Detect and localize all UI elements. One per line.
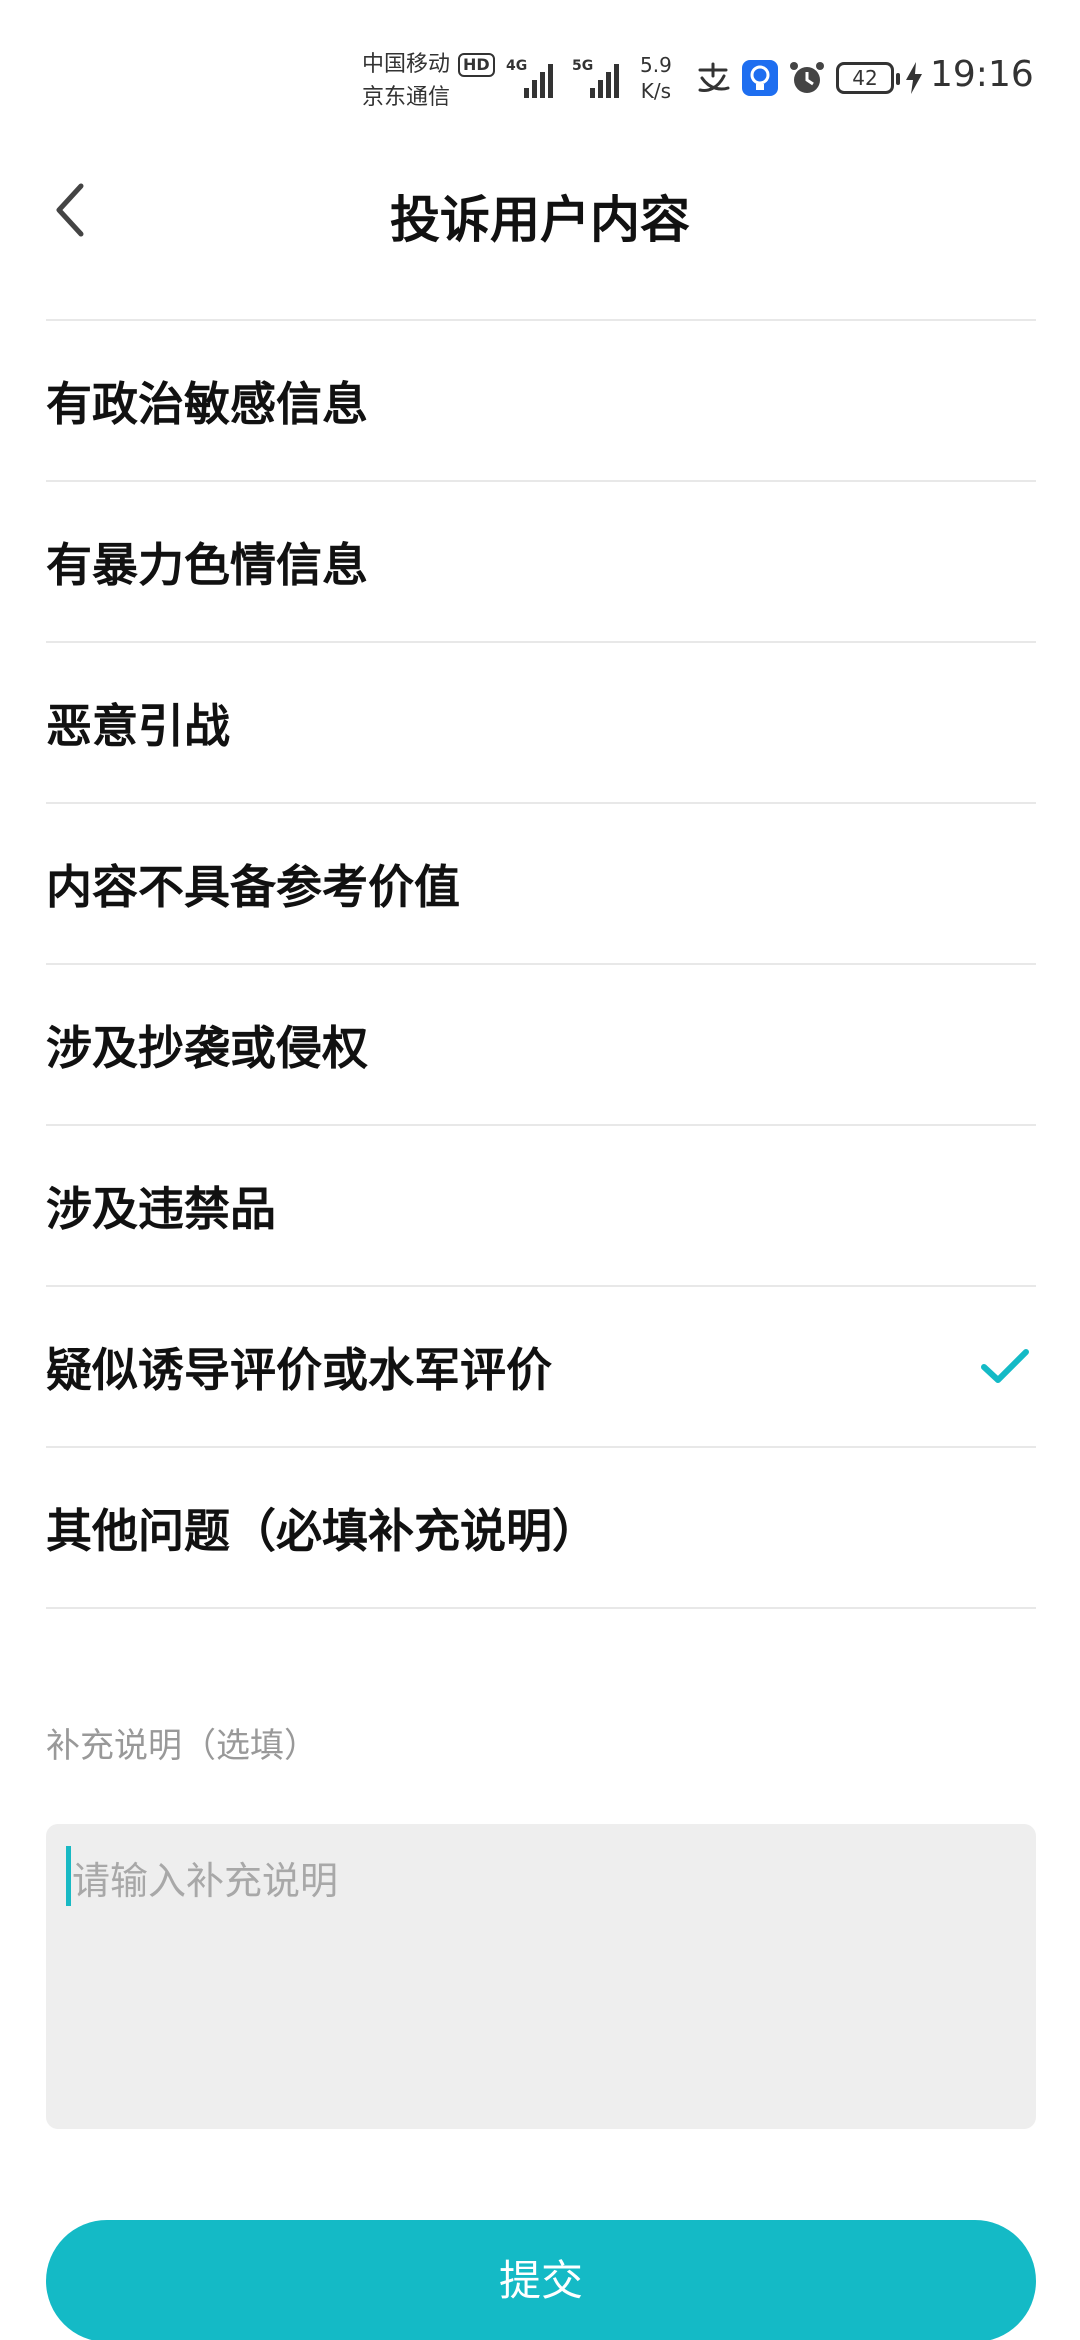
reason-option-label: 其他问题（必填补充说明） xyxy=(46,1503,598,1558)
submit-button[interactable]: 提交 xyxy=(46,2220,1036,2340)
reason-option[interactable]: 疑似诱导评价或水军评价 xyxy=(46,1287,1036,1448)
supplement-input-box[interactable] xyxy=(46,1824,1036,2129)
reason-option-label: 有暴力色情信息 xyxy=(46,537,368,592)
reason-list-viewport[interactable]: 有垃圾或者广告信息有政治敏感信息有暴力色情信息恶意引战内容不具备参考价值涉及抄袭… xyxy=(0,270,1080,1660)
reason-option-label: 内容不具备参考价值 xyxy=(46,859,460,914)
carrier-1: 中国移动 xyxy=(362,52,451,77)
reason-option[interactable]: 恶意引战 xyxy=(46,643,1036,804)
signal-5g-icon: 5G xyxy=(572,58,619,98)
status-time: 19:16 xyxy=(930,54,1034,95)
reason-option[interactable]: 涉及违禁品 xyxy=(46,1126,1036,1287)
page-title: 投诉用户内容 xyxy=(390,191,690,249)
network-speed: 5.9 K/s xyxy=(640,52,672,104)
reason-option[interactable]: 有垃圾或者广告信息 xyxy=(46,270,1036,321)
reason-option-label: 涉及抄袭或侵权 xyxy=(46,1020,368,1075)
lightbulb-app-icon xyxy=(742,60,778,100)
network-type-4g: 4G xyxy=(506,58,528,74)
reason-option[interactable]: 内容不具备参考价值 xyxy=(46,804,1036,965)
alipay-icon xyxy=(696,60,732,100)
reason-option-label: 疑似诱导评价或水军评价 xyxy=(46,1342,552,1397)
reason-list: 有垃圾或者广告信息有政治敏感信息有暴力色情信息恶意引战内容不具备参考价值涉及抄袭… xyxy=(46,270,1036,1609)
reason-option[interactable]: 有政治敏感信息 xyxy=(46,321,1036,482)
supplement-input[interactable] xyxy=(46,1824,1036,2129)
signal-4g-icon: 4G xyxy=(506,58,553,98)
alarm-icon xyxy=(788,60,826,100)
speed-value: 5.9 xyxy=(640,53,672,77)
network-type-5g: 5G xyxy=(572,58,594,74)
checkmark-icon xyxy=(981,1348,1029,1383)
top-app-bar: 投诉用户内容 xyxy=(0,150,1080,270)
hd-badge: HD xyxy=(458,52,495,77)
supplement-label: 补充说明（选填） xyxy=(46,1726,318,1766)
battery-icon: 42 xyxy=(836,62,900,94)
speed-unit: K/s xyxy=(640,79,672,103)
reason-option[interactable]: 其他问题（必填补充说明） xyxy=(46,1448,1036,1609)
reason-option[interactable]: 有暴力色情信息 xyxy=(46,482,1036,643)
reason-option-label: 涉及违禁品 xyxy=(46,1181,276,1236)
carrier-2: 京东通信 xyxy=(362,85,451,110)
text-cursor xyxy=(66,1846,71,1906)
reason-option-label: 有垃圾或者广告信息 xyxy=(46,270,460,273)
reason-option[interactable]: 涉及抄袭或侵权 xyxy=(46,965,1036,1126)
carrier-info: 中国移动 HD 京东通信 xyxy=(362,48,495,114)
reason-option-label: 恶意引战 xyxy=(46,698,230,753)
charging-icon xyxy=(904,60,924,100)
reason-option-label: 有政治敏感信息 xyxy=(46,376,368,431)
status-bar: 中国移动 HD 京东通信 4G 5G 5.9 K/s 42 19:16 xyxy=(0,0,1080,150)
